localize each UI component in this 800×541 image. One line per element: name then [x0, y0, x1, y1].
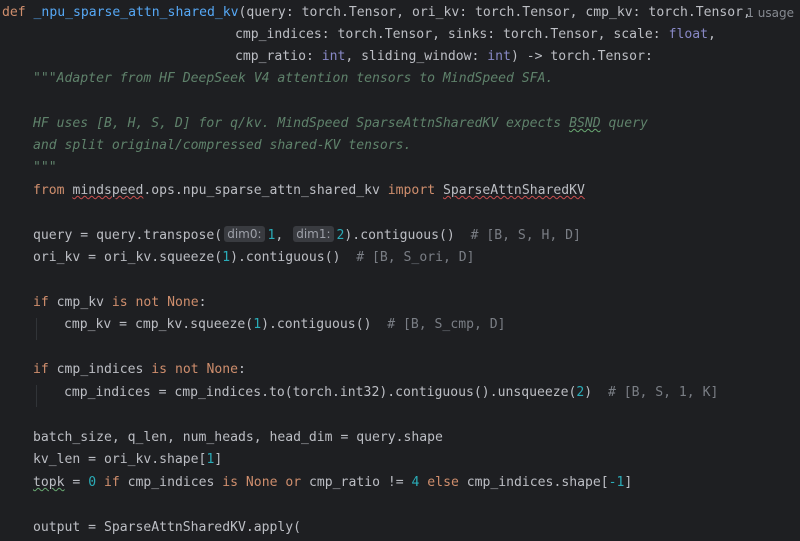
code-line[interactable]: from mindspeed.ops.npu_sparse_attn_share… — [33, 181, 585, 201]
keyword-none: None — [167, 295, 199, 310]
code-text: ).contiguous() — [261, 317, 372, 332]
keyword-is: is — [151, 362, 168, 377]
code-line[interactable]: cmp_indices: torch.Tensor, sinks: torch.… — [235, 25, 716, 45]
keyword-is: is — [111, 295, 128, 310]
function-name[interactable]: _npu_sparse_attn_shared_kv — [34, 5, 239, 20]
builtin-type: float — [668, 27, 708, 42]
keyword-from: from — [33, 183, 65, 198]
code-text: ori_kv = ori_kv.squeeze( — [33, 250, 223, 265]
keyword-none: None — [206, 362, 239, 377]
code-line[interactable]: if cmp_kv is not None: — [33, 293, 207, 313]
code-line[interactable]: cmp_kv = cmp_kv.squeeze(1).contiguous() … — [64, 315, 506, 335]
docstring-text: and split original/compressed shared-KV … — [33, 138, 412, 153]
code-comment: # [B, S_cmp, D] — [387, 317, 506, 332]
code-text: ] — [214, 452, 223, 467]
code-text: query = query.transpose( — [33, 228, 223, 243]
code-text: ) -> torch.Tensor: — [510, 49, 653, 64]
unresolved-module[interactable]: mindspeed — [72, 183, 143, 198]
code-line[interactable]: batch_size, q_len, num_heads, head_dim =… — [33, 428, 443, 448]
docstring-line[interactable]: """Adapter from HF DeepSeek V4 attention… — [33, 69, 553, 89]
keyword-else: else — [427, 475, 459, 490]
typo-highlight[interactable]: BSND — [569, 116, 601, 131]
code-text: = — [64, 475, 89, 490]
code-text: ).contiguous() — [344, 228, 455, 243]
code-line[interactable]: ori_kv = ori_kv.squeeze(1).contiguous() … — [33, 248, 475, 268]
code-text: .ops.npu_sparse_attn_shared_kv — [143, 183, 388, 198]
keyword-not: not — [174, 362, 199, 377]
code-text: output = SparseAttnSharedKV.apply( — [33, 520, 302, 535]
code-text: , — [708, 27, 716, 42]
number-literal: 4 — [411, 475, 420, 490]
code-text: , — [275, 228, 284, 243]
keyword-if: if — [33, 362, 49, 377]
docstring-line[interactable]: HF uses [B, H, S, D] for q/kv. MindSpeed… — [33, 114, 648, 134]
keyword-is: is — [222, 475, 239, 490]
keyword-or: or — [285, 475, 302, 490]
docstring-text: """ — [33, 160, 57, 175]
docstring-text: query — [600, 116, 648, 131]
code-text: cmp_indices — [119, 475, 223, 490]
parameter-hint: dim0: — [224, 226, 265, 242]
code-line[interactable]: topk = 0 if cmp_indices is None or cmp_r… — [33, 473, 632, 493]
keyword-import: import — [387, 183, 436, 198]
indent-guide — [36, 318, 37, 340]
indent-guide — [36, 385, 37, 407]
docstring-line[interactable]: """ — [33, 158, 57, 178]
keyword-if: if — [103, 475, 120, 490]
docstring-text: HF uses [B, H, S, D] for q/kv. MindSpeed… — [33, 116, 570, 131]
code-comment: # [B, S, H, D] — [470, 228, 581, 243]
code-line[interactable]: output = SparseAttnSharedKV.apply( — [33, 518, 301, 538]
code-text: (query: torch.Tensor, ori_kv: torch.Tens… — [238, 5, 751, 20]
code-text: ).contiguous() — [230, 250, 341, 265]
code-comment: # [B, S, 1, K] — [607, 385, 719, 400]
code-line[interactable]: cmp_indices = cmp_indices.to(torch.int32… — [64, 383, 718, 403]
code-line[interactable]: cmp_ratio: int, sliding_window: int) -> … — [235, 47, 653, 67]
docstring-text: """Adapter from HF DeepSeek V4 attention… — [33, 71, 554, 86]
code-text: cmp_ratio != — [301, 475, 412, 490]
code-text: cmp_kv — [48, 295, 112, 310]
typo-highlight[interactable]: topk — [33, 475, 65, 490]
code-line[interactable]: if cmp_indices is not None: — [33, 360, 246, 380]
keyword-def: def — [2, 5, 26, 20]
keyword-not: not — [135, 295, 160, 310]
number-literal: 1 — [253, 317, 262, 332]
number-literal: -1 — [608, 475, 625, 490]
code-text: cmp_ratio: — [235, 49, 322, 64]
code-text: , sliding_window: — [345, 49, 488, 64]
number-literal: 1 — [222, 250, 231, 265]
code-text: ] — [624, 475, 633, 490]
code-text: : — [198, 295, 207, 310]
builtin-type: int — [487, 49, 511, 64]
code-text: cmp_indices: torch.Tensor, sinks: torch.… — [235, 27, 669, 42]
number-literal: 0 — [88, 475, 97, 490]
code-text: cmp_indices = cmp_indices.to(torch.int32… — [64, 385, 577, 400]
code-line[interactable]: kv_len = ori_kv.shape[1] — [33, 450, 222, 470]
docstring-line[interactable]: and split original/compressed shared-KV … — [33, 136, 411, 156]
code-editor[interactable]: 1 usage def _npu_sparse_attn_shared_kv(q… — [0, 0, 800, 541]
code-comment: # [B, S_ori, D] — [356, 250, 475, 265]
builtin-type: int — [321, 49, 346, 64]
code-text: : — [238, 362, 246, 377]
code-line[interactable]: def _npu_sparse_attn_shared_kv(query: to… — [2, 3, 751, 23]
code-text: cmp_indices.shape[ — [458, 475, 609, 490]
code-text: cmp_indices — [48, 362, 152, 377]
unresolved-import[interactable]: SparseAttnSharedKV — [443, 183, 585, 198]
code-text: cmp_kv = cmp_kv.squeeze( — [64, 317, 254, 332]
keyword-if: if — [33, 295, 49, 310]
usage-count-hint[interactable]: 1 usage — [746, 3, 794, 23]
keyword-none: None — [245, 475, 278, 490]
code-text: batch_size, q_len, num_heads, head_dim =… — [33, 430, 443, 445]
code-line[interactable]: query = query.transpose(dim0: 1, dim1: 2).… — [33, 226, 581, 246]
code-text: kv_len = ori_kv.shape[ — [33, 452, 207, 467]
code-text: ) — [584, 385, 593, 400]
parameter-hint: dim1: — [293, 226, 334, 242]
